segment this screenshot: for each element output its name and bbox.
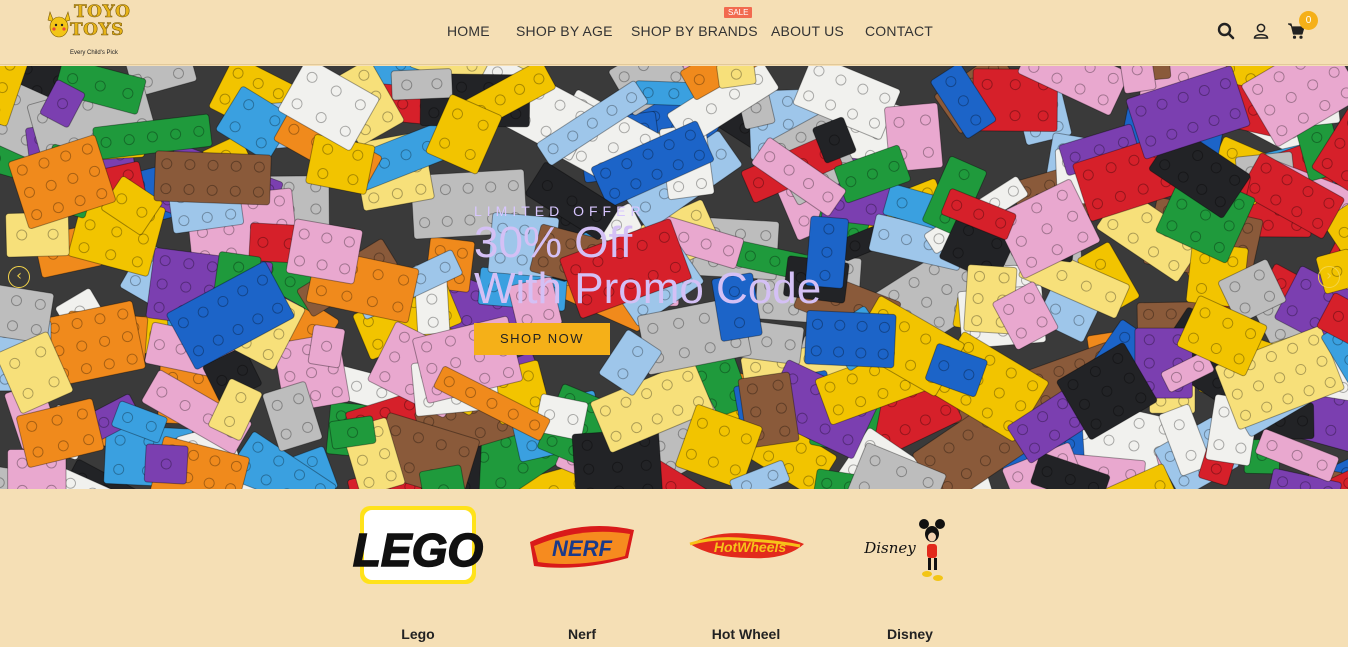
- lego-brick: [804, 309, 897, 369]
- brand-card-hot-wheel[interactable]: HotWheels Hot Wheel: [676, 500, 816, 647]
- lego-logo-text: LEGO: [353, 524, 484, 576]
- disney-logo: Disney: [863, 519, 945, 581]
- hot-wheels-logo-text: HotWheels: [714, 539, 787, 555]
- cart-count-badge: 0: [1299, 11, 1318, 30]
- chevron-right-icon: ›: [1326, 268, 1332, 284]
- search-icon[interactable]: [1217, 22, 1235, 40]
- logo-tagline: Every Child's Pick: [70, 50, 118, 56]
- lego-brick: [143, 443, 189, 485]
- nav-shop-by-brands[interactable]: SHOP BY BRANDS: [631, 23, 758, 39]
- chevron-left-icon: ‹: [16, 268, 22, 284]
- nav-about-us[interactable]: ABOUT US: [771, 23, 844, 39]
- logo-text-line1: TOYO: [74, 2, 131, 22]
- brand-name-hot-wheel: Hot Wheel: [711, 626, 781, 642]
- lego-brick: [328, 415, 377, 450]
- lego-brick: [285, 218, 364, 285]
- lego-brick: [1118, 66, 1157, 94]
- main-nav: HOME SHOP BY AGE SHOP BY BRANDS ABOUT US…: [0, 23, 1348, 41]
- brand-name-nerf: Nerf: [567, 626, 596, 642]
- nerf-logo: NERF: [530, 526, 634, 568]
- hero-slider: LIMITED OFFER 30% Off With Promo Code SH…: [0, 66, 1348, 489]
- lego-brick: [307, 324, 346, 369]
- slider-next-button[interactable]: ›: [1318, 266, 1340, 288]
- nav-shop-by-age[interactable]: SHOP BY AGE: [516, 23, 613, 39]
- lego-logo: LEGO: [352, 506, 484, 584]
- user-icon[interactable]: [1252, 22, 1270, 40]
- brand-name-disney: Disney: [887, 626, 933, 642]
- nerf-logo-text: NERF: [552, 536, 612, 561]
- brand-card-lego[interactable]: LEGO Lego: [348, 500, 488, 647]
- hero-title-line1: 30% Off: [474, 218, 633, 267]
- shop-now-button[interactable]: SHOP NOW: [474, 323, 610, 355]
- slider-prev-button[interactable]: ‹: [8, 266, 30, 288]
- nav-contact[interactable]: CONTACT: [865, 23, 933, 39]
- site-header: TOYO TOYS Every Child's Pick HOME SHOP B…: [0, 0, 1348, 65]
- lego-brick: [153, 150, 272, 206]
- hero-title-line2: With Promo Code: [474, 264, 822, 313]
- hot-wheels-logo: HotWheels: [689, 533, 804, 559]
- nav-home[interactable]: HOME: [447, 23, 490, 39]
- brand-name-lego: Lego: [401, 626, 435, 642]
- brand-card-disney[interactable]: Disney Disney: [840, 500, 980, 647]
- lego-brick: [390, 68, 453, 101]
- disney-logo-text: Disney: [863, 539, 916, 557]
- hero-kicker: LIMITED OFFER: [474, 203, 646, 219]
- sale-badge: SALE: [724, 7, 753, 18]
- brand-card-nerf[interactable]: NERF Nerf: [512, 500, 652, 647]
